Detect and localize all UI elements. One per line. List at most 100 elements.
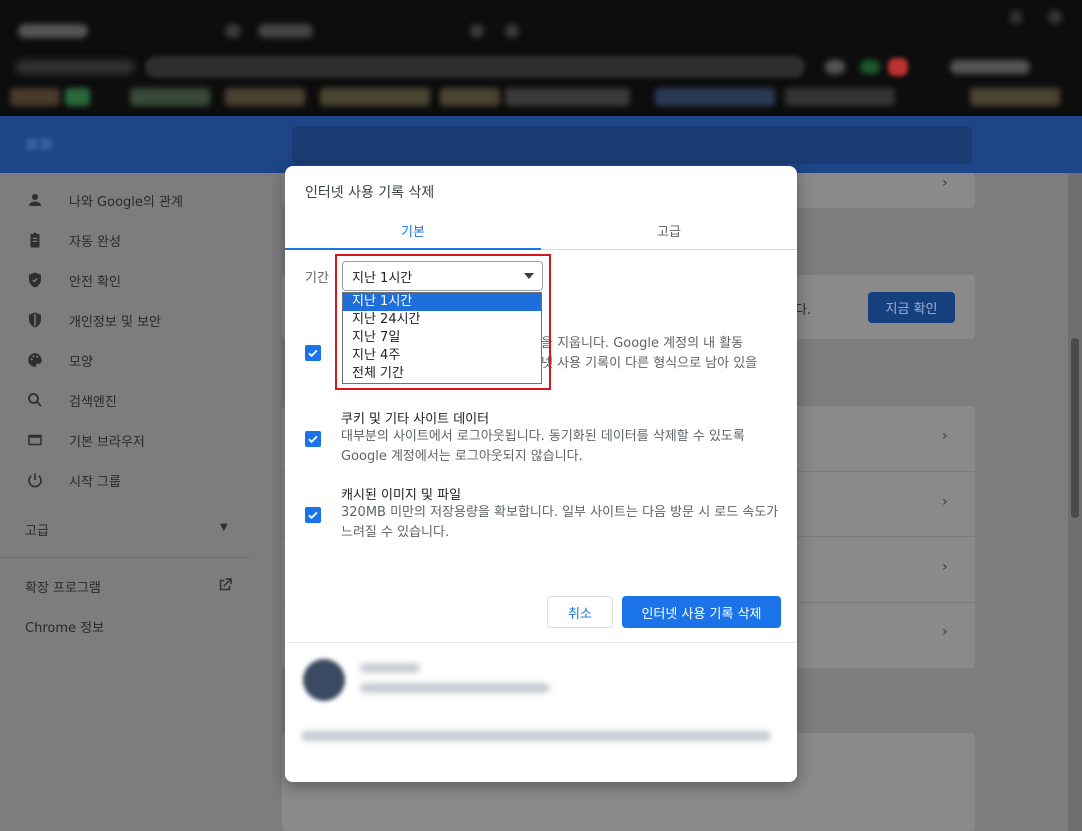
avatar bbox=[303, 659, 345, 701]
cache-description: 320MB 미만의 저장용량을 확보합니다. 일부 사이트는 다음 방문 시 로… bbox=[341, 505, 779, 540]
scrollbar-thumb[interactable] bbox=[1071, 338, 1079, 518]
browser-icon bbox=[25, 430, 45, 450]
time-range-option[interactable]: 지난 1시간 bbox=[343, 293, 541, 311]
sidebar-item-privacy[interactable]: 개인정보 및 보안 bbox=[0, 300, 250, 340]
sidebar-advanced[interactable]: 고급 bbox=[25, 520, 49, 539]
shield-icon bbox=[25, 310, 45, 330]
time-range-selected-value: 지난 1시간 bbox=[352, 270, 413, 286]
dialog-title: 인터넷 사용 기록 삭제 bbox=[305, 185, 435, 201]
bookmark-item[interactable] bbox=[505, 88, 630, 106]
power-icon bbox=[25, 470, 45, 490]
cache-checkbox[interactable] bbox=[305, 507, 321, 523]
sidebar-about-label: Chrome 정보 bbox=[25, 621, 105, 636]
account-sync-redacted bbox=[360, 683, 550, 693]
sidebar-item-appearance[interactable]: 모양 bbox=[0, 340, 250, 380]
active-tab-indicator bbox=[285, 248, 541, 250]
tab-close-icon[interactable] bbox=[225, 24, 241, 38]
dropdown-arrow-icon bbox=[524, 273, 534, 279]
bookmark-item[interactable] bbox=[655, 88, 775, 106]
sidebar-about-chrome[interactable]: Chrome 정보 bbox=[25, 617, 104, 636]
bookmark-item[interactable] bbox=[440, 88, 500, 106]
extension-icon[interactable] bbox=[825, 60, 845, 74]
chevron-right-icon[interactable]: › bbox=[942, 175, 948, 191]
time-range-option[interactable]: 지난 7일 bbox=[343, 329, 541, 347]
browser-tab[interactable] bbox=[258, 24, 313, 38]
time-range-label: 기간 bbox=[305, 271, 329, 286]
browser-tab[interactable] bbox=[18, 24, 88, 38]
shield-check-icon bbox=[25, 270, 45, 290]
cache-option: 캐시된 이미지 및 파일 320MB 미만의 저장용량을 확보합니다. 일부 사… bbox=[305, 484, 781, 544]
cookies-description: 대부분의 사이트에서 로그아웃됩니다. 동기화된 데이터를 삭제할 수 있도록 … bbox=[341, 429, 745, 464]
open-external-icon[interactable] bbox=[216, 576, 234, 598]
checkmark-icon bbox=[308, 435, 318, 444]
chevron-right-icon[interactable]: › bbox=[942, 559, 948, 575]
sidebar-item-default-browser[interactable]: 기본 브라우저 bbox=[0, 420, 250, 460]
check-now-button[interactable]: 지금 확인 bbox=[868, 292, 955, 323]
page-scrollbar[interactable] bbox=[1068, 173, 1082, 831]
tab-basic[interactable]: 기본 bbox=[285, 212, 541, 250]
sidebar-item-label: 안전 확인 bbox=[69, 274, 121, 290]
bookmark-item[interactable] bbox=[65, 88, 90, 106]
chevron-right-icon[interactable]: › bbox=[942, 624, 948, 640]
time-range-option[interactable]: 전체 기간 bbox=[343, 365, 541, 383]
sidebar-item-on-startup[interactable]: 시작 그룹 bbox=[0, 460, 250, 500]
time-range-options: 지난 1시간 지난 24시간 지난 7일 지난 4주 전체 기간 bbox=[342, 292, 542, 384]
time-range-option[interactable]: 지난 4주 bbox=[343, 347, 541, 365]
cache-title: 캐시된 이미지 및 파일 bbox=[341, 488, 462, 503]
sidebar-item-label: 기본 브라우저 bbox=[69, 434, 145, 450]
account-name-redacted bbox=[360, 663, 420, 673]
chevron-right-icon[interactable]: › bbox=[942, 494, 948, 510]
cookies-title: 쿠키 및 기타 사이트 데이터 bbox=[341, 412, 490, 427]
bookmark-item[interactable] bbox=[10, 88, 60, 106]
settings-title: ■■ bbox=[25, 134, 54, 152]
chevron-right-icon[interactable]: › bbox=[942, 428, 948, 444]
new-tab-icon[interactable] bbox=[505, 24, 519, 38]
sidebar-item-you-and-google[interactable]: 나와 Google의 관계 bbox=[0, 180, 250, 220]
time-range-option[interactable]: 지난 24시간 bbox=[343, 311, 541, 329]
sidebar-extensions-label: 확장 프로그램 bbox=[25, 581, 101, 596]
bookmark-item[interactable] bbox=[970, 88, 1060, 106]
dialog-tabs: 기본 고급 bbox=[285, 212, 797, 250]
sidebar-extensions[interactable]: 확장 프로그램 bbox=[25, 577, 101, 596]
safety-check-text: 다. bbox=[795, 303, 812, 318]
sidebar-item-search-engine[interactable]: 검색엔진 bbox=[0, 380, 250, 420]
search-icon bbox=[25, 390, 45, 410]
bookmark-item[interactable] bbox=[130, 88, 210, 106]
extension-icon[interactable] bbox=[860, 60, 880, 74]
tab-label: 기본 bbox=[401, 225, 425, 240]
bookmark-item[interactable] bbox=[785, 88, 895, 106]
tab-close-icon[interactable] bbox=[470, 24, 484, 38]
extension-icon[interactable] bbox=[888, 58, 908, 76]
sidebar-item-label: 자동 완성 bbox=[69, 234, 121, 250]
settings-search-input[interactable] bbox=[292, 126, 972, 164]
clear-data-button[interactable]: 인터넷 사용 기록 삭제 bbox=[622, 596, 781, 628]
minimize-icon[interactable] bbox=[1010, 10, 1022, 24]
cookies-checkbox[interactable] bbox=[305, 431, 321, 447]
dialog-footer-account bbox=[285, 642, 797, 782]
checkmark-icon bbox=[308, 349, 318, 358]
sidebar-item-label: 개인정보 및 보안 bbox=[69, 314, 161, 330]
address-bar[interactable] bbox=[145, 56, 805, 78]
time-range-select[interactable]: 지난 1시간 bbox=[342, 261, 543, 291]
tab-label: 고급 bbox=[657, 225, 681, 240]
close-window-icon[interactable] bbox=[1048, 10, 1062, 24]
sidebar-item-label: 모양 bbox=[69, 354, 93, 370]
browsing-history-desc-line2: 넷 사용 기록이 다른 형식으로 남아 있을 bbox=[541, 356, 758, 371]
bookmark-item[interactable] bbox=[225, 88, 305, 106]
chevron-down-icon[interactable]: ▼ bbox=[220, 522, 228, 533]
sidebar-item-safety-check[interactable]: 안전 확인 bbox=[0, 260, 250, 300]
cancel-button[interactable]: 취소 bbox=[547, 596, 613, 628]
sidebar-divider bbox=[0, 557, 250, 558]
clear-browsing-data-dialog: 인터넷 사용 기록 삭제 기본 고급 기간 지난 1시간 지난 1시간 지난 2… bbox=[285, 166, 797, 782]
toolbar-icons[interactable] bbox=[950, 60, 1030, 74]
nav-buttons[interactable] bbox=[15, 60, 135, 74]
sidebar-item-label: 검색엔진 bbox=[69, 394, 117, 410]
sidebar-item-label: 나와 Google의 관계 bbox=[69, 194, 183, 210]
clipboard-icon bbox=[25, 230, 45, 250]
sidebar-item-label: 시작 그룹 bbox=[69, 474, 121, 490]
tab-advanced[interactable]: 고급 bbox=[541, 212, 797, 249]
browsing-history-checkbox[interactable] bbox=[305, 345, 321, 361]
footer-note-redacted bbox=[301, 731, 771, 741]
sidebar-item-autofill[interactable]: 자동 완성 bbox=[0, 220, 250, 260]
bookmark-item[interactable] bbox=[320, 88, 430, 106]
